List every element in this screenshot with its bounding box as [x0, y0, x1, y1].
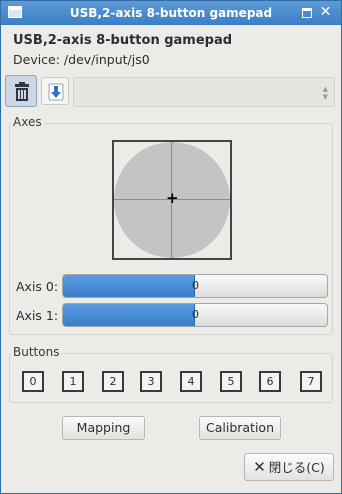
axis-0-value: 0	[192, 279, 199, 292]
axis-0-fill	[63, 275, 195, 297]
button-indicator-5: 5	[220, 371, 242, 392]
spin-arrows-icon: ▲ ▼	[322, 85, 328, 101]
button-indicator-7: 7	[300, 371, 322, 392]
close-window-icon[interactable]: ✕	[319, 5, 332, 19]
window-title: USB,2-axis 8-button gamepad	[69, 6, 273, 20]
maximize-icon[interactable]	[302, 8, 312, 18]
button-indicator-6: 6	[259, 371, 281, 392]
axis-1-fill	[63, 304, 195, 326]
buttons-group	[9, 353, 333, 403]
buttons-group-label: Buttons	[11, 345, 62, 359]
button-indicator-1: 1	[62, 371, 84, 392]
calibration-button[interactable]: Calibration	[199, 416, 281, 440]
mapping-button[interactable]: Mapping	[62, 416, 145, 440]
axis-1-label: Axis 1:	[16, 308, 59, 323]
button-indicator-2: 2	[102, 371, 124, 392]
axis-0-bar: 0	[62, 274, 328, 298]
axis-1-bar: 0	[62, 303, 328, 327]
device-path: Device: /dev/input/js0	[13, 52, 150, 67]
button-indicator-4: 4	[180, 371, 202, 392]
button-indicator-3: 3	[140, 371, 162, 392]
title-bar[interactable]: USB,2-axis 8-button gamepad ✕	[1, 1, 341, 25]
delete-button[interactable]	[5, 75, 37, 107]
device-name: USB,2-axis 8-button gamepad	[13, 33, 233, 48]
mapping-combo[interactable]: ▲ ▼	[73, 77, 335, 107]
close-icon: ✕	[253, 458, 266, 476]
axis-position-display: +	[112, 140, 232, 260]
load-mapping-button[interactable]	[41, 77, 69, 105]
close-button[interactable]: ✕ 閉じる(C)	[244, 453, 334, 481]
axes-group-label: Axes	[11, 115, 44, 129]
joystick-window: USB,2-axis 8-button gamepad ✕ USB,2-axis…	[0, 0, 342, 494]
close-button-label: 閉じる(C)	[268, 460, 325, 475]
trash-icon	[15, 82, 29, 101]
button-indicator-0: 0	[22, 371, 44, 392]
axis-0-label: Axis 0:	[16, 279, 59, 294]
crosshair-icon: +	[166, 189, 179, 207]
axis-1-value: 0	[192, 308, 199, 321]
download-arrow-icon	[48, 83, 64, 101]
